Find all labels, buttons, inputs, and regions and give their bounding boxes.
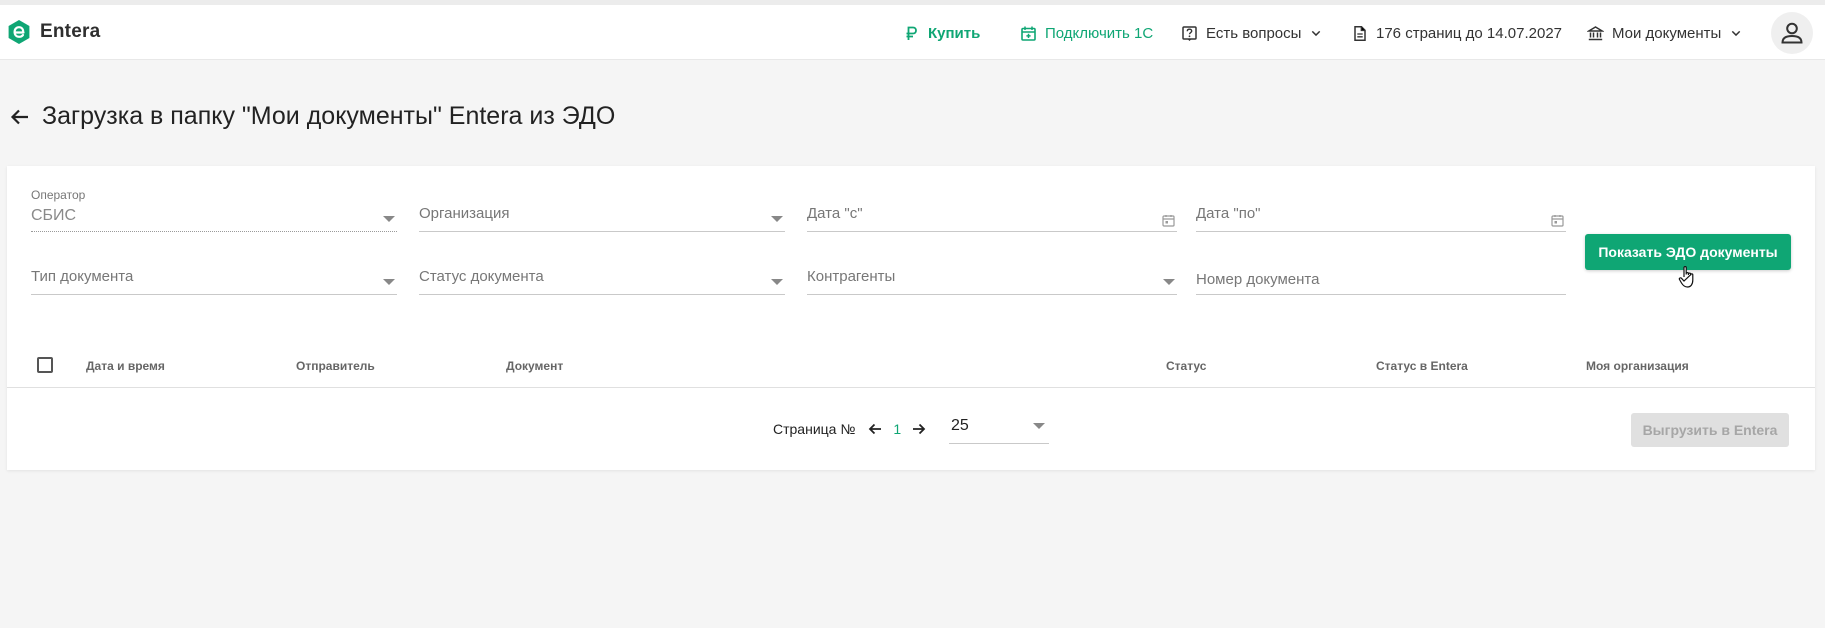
page-number-label: Страница № <box>773 421 856 437</box>
bank-icon <box>1587 25 1604 40</box>
arrow-left-icon <box>10 109 28 124</box>
date-to-placeholder: Дата "по" <box>1196 205 1261 222</box>
calendar-plus-icon <box>1021 26 1036 41</box>
dropdown-caret-icon <box>383 279 395 285</box>
document-number-input[interactable]: Номер документа <box>1196 255 1566 295</box>
dropdown-caret-icon <box>1033 423 1045 429</box>
buy-label: Купить <box>928 24 981 42</box>
document-number-placeholder: Номер документа <box>1196 271 1320 288</box>
document-status-placeholder: Статус документа <box>419 268 544 285</box>
hand-cursor-icon <box>1678 266 1694 288</box>
current-page[interactable]: 1 <box>893 421 901 437</box>
questions-menu[interactable]: Есть вопросы <box>1181 21 1323 45</box>
document-type-select[interactable]: Тип документа <box>31 255 397 295</box>
ruble-icon <box>906 26 917 40</box>
dropdown-caret-icon <box>1163 279 1175 285</box>
logo-text: Entera <box>40 21 101 42</box>
document-type-placeholder: Тип документа <box>31 268 134 285</box>
operator-value: СБИС <box>31 207 77 224</box>
top-header: Entera Купить Подключить 1С Есть вопросы… <box>0 5 1825 60</box>
arrow-right-icon[interactable] <box>911 421 927 437</box>
counterparties-placeholder: Контрагенты <box>807 268 896 285</box>
calendar-icon[interactable] <box>1551 214 1564 227</box>
my-documents-menu[interactable]: Мои документы <box>1587 21 1743 45</box>
dropdown-caret-icon <box>771 216 783 222</box>
buy-link[interactable]: Купить <box>903 21 980 45</box>
column-header-my-organization[interactable]: Моя организация <box>1586 359 1689 373</box>
document-status-select[interactable]: Статус документа <box>419 255 785 295</box>
organization-placeholder: Организация <box>419 205 510 222</box>
dropdown-caret-icon <box>771 279 783 285</box>
column-header-status[interactable]: Статус <box>1166 359 1206 373</box>
column-header-entera-status[interactable]: Статус в Entera <box>1376 359 1468 373</box>
person-icon <box>1781 22 1803 44</box>
calendar-icon[interactable] <box>1162 214 1175 227</box>
chevron-down-icon <box>1312 30 1321 37</box>
entera-logo-icon <box>8 20 30 44</box>
help-icon <box>1182 25 1197 41</box>
user-avatar[interactable] <box>1771 12 1813 54</box>
column-header-datetime[interactable]: Дата и время <box>86 359 165 373</box>
date-from-field[interactable]: Дата "с" <box>807 192 1177 232</box>
my-documents-label: Мои документы <box>1612 24 1722 42</box>
per-page-select[interactable]: 25 <box>949 406 1049 444</box>
logo[interactable]: Entera <box>6 19 100 45</box>
export-to-entera-button[interactable]: Выгрузить в Entera <box>1631 413 1789 447</box>
column-header-document[interactable]: Документ <box>506 359 563 373</box>
chevron-down-icon <box>1732 30 1741 37</box>
questions-label: Есть вопросы <box>1206 24 1302 42</box>
organization-select[interactable]: Организация <box>419 192 785 232</box>
pagination: Страница № 1 <box>773 414 927 444</box>
date-from-placeholder: Дата "с" <box>807 205 863 222</box>
pages-info[interactable]: 176 страниц до 14.07.2027 <box>1351 21 1562 45</box>
operator-label: Оператор <box>31 188 86 202</box>
back-button[interactable] <box>8 105 32 129</box>
page-title: Загрузка в папку "Мои документы" Entera … <box>42 102 616 130</box>
per-page-value: 25 <box>951 417 969 434</box>
dropdown-caret-icon <box>383 216 395 222</box>
connect-1c-label: Подключить 1С <box>1045 24 1154 42</box>
connect-1c-link[interactable]: Подключить 1С <box>1020 21 1153 45</box>
page-title-row: Загрузка в папку "Мои документы" Entera … <box>8 102 615 131</box>
arrow-left-icon[interactable] <box>867 421 883 437</box>
date-to-field[interactable]: Дата "по" <box>1196 192 1566 232</box>
operator-select[interactable]: Оператор СБИС <box>31 188 397 232</box>
counterparties-select[interactable]: Контрагенты <box>807 255 1177 295</box>
edo-card: Оператор СБИС Организация Дата "с" Дата … <box>7 166 1815 470</box>
document-icon <box>1354 25 1366 41</box>
column-header-sender[interactable]: Отправитель <box>296 359 375 373</box>
table-header: Дата и время Отправитель Документ Статус… <box>7 342 1815 388</box>
select-all-checkbox[interactable] <box>37 357 53 373</box>
pages-label: 176 страниц до 14.07.2027 <box>1376 24 1563 42</box>
